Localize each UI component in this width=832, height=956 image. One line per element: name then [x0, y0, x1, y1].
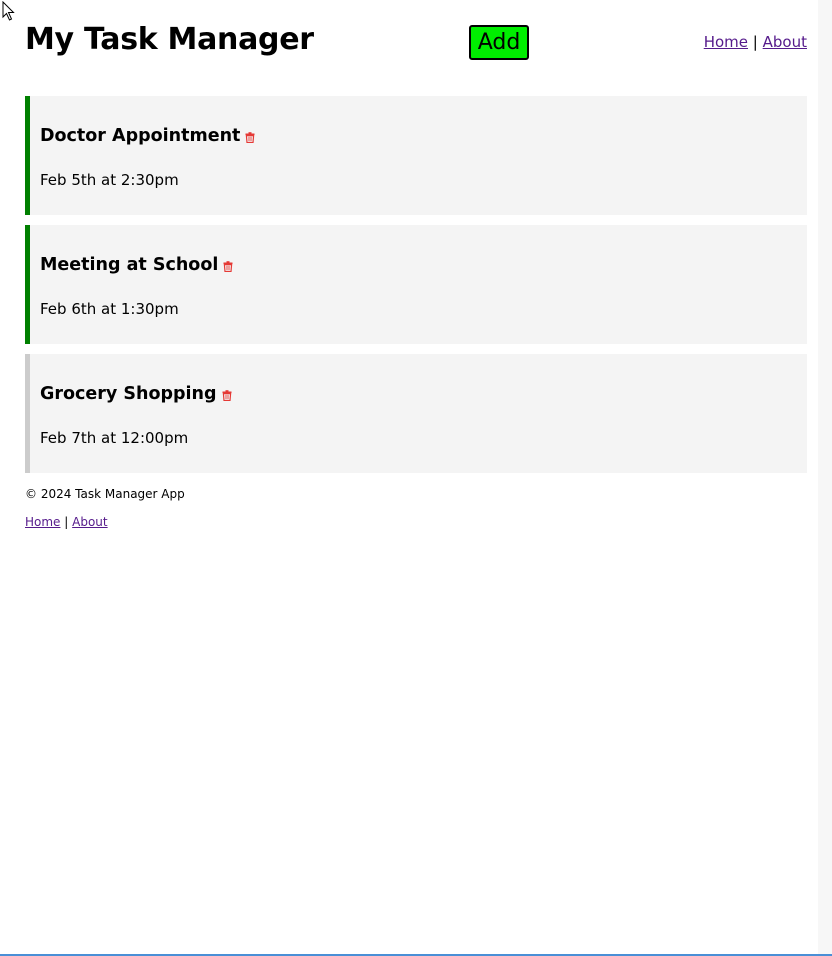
- task-title: Meeting at School: [40, 255, 219, 275]
- task-date: Feb 5th at 2:30pm: [40, 171, 179, 189]
- page-title: My Task Manager: [25, 22, 314, 57]
- footer: © 2024 Task Manager App Home | About: [25, 487, 185, 529]
- task-item[interactable]: Grocery Shopping Feb 7th at 12:00pm: [25, 354, 807, 473]
- home-link[interactable]: Home: [704, 33, 748, 51]
- trash-icon[interactable]: [223, 260, 233, 272]
- task-title-row: Meeting at School: [40, 255, 233, 275]
- task-date: Feb 7th at 12:00pm: [40, 429, 189, 447]
- task-date: Feb 6th at 1:30pm: [40, 300, 179, 318]
- footer-home-link[interactable]: Home: [25, 515, 60, 529]
- task-item[interactable]: Meeting at School Feb 6th at 1:30pm: [25, 225, 807, 344]
- header-nav: Home | About: [704, 33, 807, 51]
- page: My Task Manager Add Home | About Doctor …: [0, 0, 832, 956]
- trash-icon[interactable]: [245, 131, 255, 143]
- task-title: Grocery Shopping: [40, 384, 217, 404]
- footer-nav: Home | About: [25, 515, 185, 529]
- footer-about-link[interactable]: About: [72, 515, 107, 529]
- scrollbar-track[interactable]: [818, 0, 832, 954]
- mouse-pointer-icon: [2, 1, 15, 21]
- task-list: Doctor Appointment Feb 5th at 2:30pm Mee…: [25, 96, 807, 483]
- about-link[interactable]: About: [763, 33, 807, 51]
- add-task-button[interactable]: Add: [469, 25, 529, 60]
- copyright-text: © 2024 Task Manager App: [25, 487, 185, 501]
- task-title-row: Doctor Appointment: [40, 126, 255, 146]
- nav-separator: |: [752, 33, 758, 51]
- task-title: Doctor Appointment: [40, 126, 241, 146]
- task-item[interactable]: Doctor Appointment Feb 5th at 2:30pm: [25, 96, 807, 215]
- task-title-row: Grocery Shopping: [40, 384, 232, 404]
- trash-icon[interactable]: [222, 389, 232, 401]
- header: My Task Manager Add Home | About: [25, 22, 807, 70]
- footer-nav-separator: |: [64, 515, 69, 529]
